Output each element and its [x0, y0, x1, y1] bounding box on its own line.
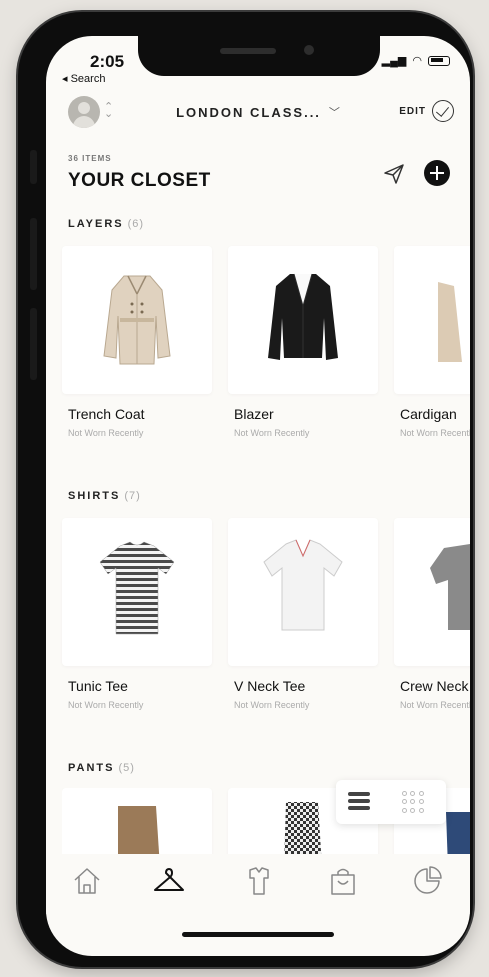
- closet-item-card[interactable]: [62, 788, 212, 858]
- app-screen: 2:05 ◂ Search ▂▄▆ ◠ ⌃ ⌄ LONDON CLASS... ﹀…: [46, 36, 470, 956]
- grid-view-icon[interactable]: [402, 791, 424, 813]
- battery-icon: [428, 55, 450, 66]
- view-toggle: [336, 780, 446, 824]
- switch-user-icon[interactable]: ⌃ ⌄: [104, 102, 113, 120]
- item-status: Not Worn Recently: [400, 700, 470, 710]
- section-title: LAYERS: [68, 218, 124, 230]
- section-header-shirts: SHIRTS (7): [68, 490, 141, 502]
- camera: [304, 45, 314, 55]
- edit-label: EDIT: [399, 105, 426, 117]
- item-image: [394, 518, 470, 666]
- item-name: Trench Coat: [68, 406, 145, 422]
- cardigan-image: [438, 282, 462, 362]
- item-name: Tunic Tee: [68, 678, 128, 694]
- edit-button[interactable]: EDIT: [399, 100, 454, 122]
- item-status: Not Worn Recently: [400, 428, 470, 438]
- shorts-image: [118, 806, 160, 858]
- section-count: (7): [124, 490, 141, 502]
- closet-item-card[interactable]: Blazer Not Worn Recently: [228, 246, 378, 472]
- item-status: Not Worn Recently: [234, 700, 310, 710]
- home-icon[interactable]: [70, 864, 104, 898]
- section-count: (6): [127, 218, 145, 230]
- section-header-pants: PANTS (5): [68, 762, 135, 774]
- item-image: [394, 246, 470, 394]
- closet-item-card[interactable]: Crew Neck Not Worn Recently: [394, 518, 470, 744]
- top-bar: ⌃ ⌄ LONDON CLASS... ﹀ EDIT: [46, 94, 470, 142]
- list-view-icon[interactable]: [348, 792, 370, 812]
- closet-item-card[interactable]: Cardigan Not Worn Recently: [394, 246, 470, 472]
- wifi-icon: ◠: [412, 55, 422, 67]
- items-count: 36 ITEMS: [68, 154, 112, 163]
- mute-switch: [30, 150, 37, 184]
- shirts-row: Tunic Tee Not Worn Recently V Neck Tee N…: [62, 518, 470, 744]
- section-title: PANTS: [68, 762, 115, 774]
- home-indicator: [182, 932, 334, 937]
- item-status: Not Worn Recently: [68, 700, 144, 710]
- bottom-nav: [46, 854, 470, 914]
- add-item-button[interactable]: [424, 160, 450, 186]
- outfits-icon[interactable]: [242, 864, 276, 898]
- item-status: Not Worn Recently: [234, 428, 310, 438]
- trench-coat-image: [103, 275, 171, 365]
- section-count: (5): [118, 762, 135, 774]
- item-image: [62, 246, 212, 394]
- page-title: YOUR CLOSET: [68, 170, 211, 191]
- closet-item-card[interactable]: Tunic Tee Not Worn Recently: [62, 518, 212, 744]
- signal-icon: ▂▄▆: [381, 55, 407, 67]
- volume-up-button: [30, 218, 37, 290]
- item-name: Blazer: [234, 406, 274, 422]
- item-name: Crew Neck: [400, 678, 469, 694]
- crew-neck-image: [430, 544, 470, 630]
- check-circle-icon: [432, 100, 454, 122]
- v-neck-tee-image: [263, 539, 343, 631]
- hanger-icon[interactable]: [152, 864, 186, 898]
- item-image: [228, 518, 378, 666]
- avatar[interactable]: [68, 96, 100, 128]
- section-title: SHIRTS: [68, 490, 121, 502]
- item-name: Cardigan: [400, 406, 457, 422]
- section-header-layers: LAYERS (6): [68, 218, 144, 230]
- speaker: [220, 48, 276, 54]
- closet-selector[interactable]: LONDON CLASS... ﹀: [158, 96, 358, 128]
- chevron-down-icon: ﹀: [328, 107, 340, 119]
- layers-row: Trench Coat Not Worn Recently Blazer Not…: [62, 246, 470, 472]
- item-image: [62, 788, 212, 858]
- status-time: 2:05: [90, 52, 125, 71]
- closet-item-card[interactable]: V Neck Tee Not Worn Recently: [228, 518, 378, 744]
- item-name: V Neck Tee: [234, 678, 306, 694]
- notch: [138, 36, 380, 76]
- striped-tee-image: [99, 541, 175, 635]
- back-to-search-link[interactable]: ◂ Search: [62, 72, 105, 85]
- item-status: Not Worn Recently: [68, 428, 144, 438]
- item-image: [228, 246, 378, 394]
- stats-icon[interactable]: [410, 864, 444, 898]
- send-icon[interactable]: [382, 162, 406, 186]
- closet-name: LONDON CLASS...: [176, 104, 321, 120]
- closet-item-card[interactable]: Trench Coat Not Worn Recently: [62, 246, 212, 472]
- blazer-image: [268, 273, 338, 360]
- volume-down-button: [30, 308, 37, 380]
- status-icons: ▂▄▆ ◠: [382, 54, 450, 67]
- shopping-bag-icon[interactable]: [326, 864, 360, 898]
- item-image: [62, 518, 212, 666]
